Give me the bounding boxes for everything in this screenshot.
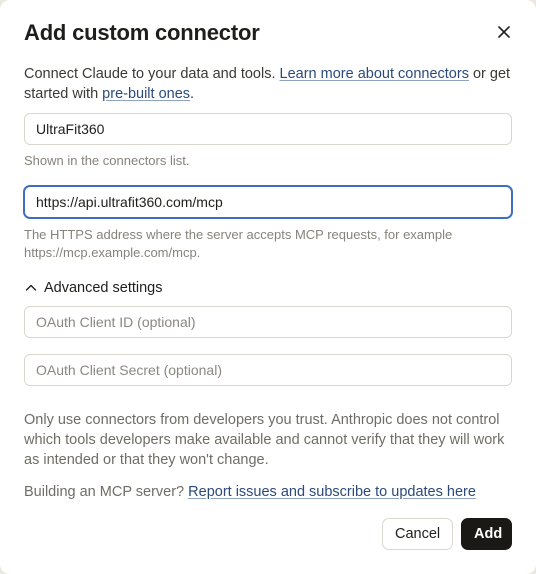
connector-name-hint: Shown in the connectors list. [24, 153, 190, 168]
intro-text-before: Connect Claude to your data and tools. [24, 66, 280, 82]
add-button[interactable]: Add [461, 518, 512, 550]
cancel-button[interactable]: Cancel [382, 518, 453, 550]
intro-text-after: . [190, 86, 195, 102]
server-url-input[interactable] [24, 186, 512, 218]
connector-name-input[interactable] [24, 113, 512, 145]
server-url-hint: The HTTPS address where the server accep… [24, 227, 453, 260]
dialog-title: Add custom connector [24, 20, 260, 45]
close-icon [498, 26, 510, 38]
mcp-server-footer: Building an MCP server? Report issues an… [24, 482, 512, 502]
chevron-up-icon [25, 284, 37, 291]
oauth-client-secret-input[interactable] [24, 354, 512, 386]
advanced-settings-label: Advanced settings [44, 280, 163, 296]
trust-warning: Only use connectors from developers you … [24, 412, 505, 468]
oauth-client-id-input[interactable] [24, 306, 512, 338]
prebuilt-connectors-link[interactable]: pre-built ones [102, 86, 190, 102]
add-custom-connector-dialog: Add custom connector Connect Claude to y… [0, 0, 536, 574]
close-button[interactable] [494, 22, 514, 42]
report-issues-link[interactable]: Report issues and subscribe to updates h… [188, 484, 476, 500]
learn-more-link[interactable]: Learn more about connectors [280, 66, 469, 82]
footer-text: Building an MCP server? [24, 484, 189, 500]
advanced-settings-toggle[interactable]: Advanced settings [24, 278, 163, 298]
intro-text: Connect Claude to your data and tools. L… [24, 64, 512, 104]
